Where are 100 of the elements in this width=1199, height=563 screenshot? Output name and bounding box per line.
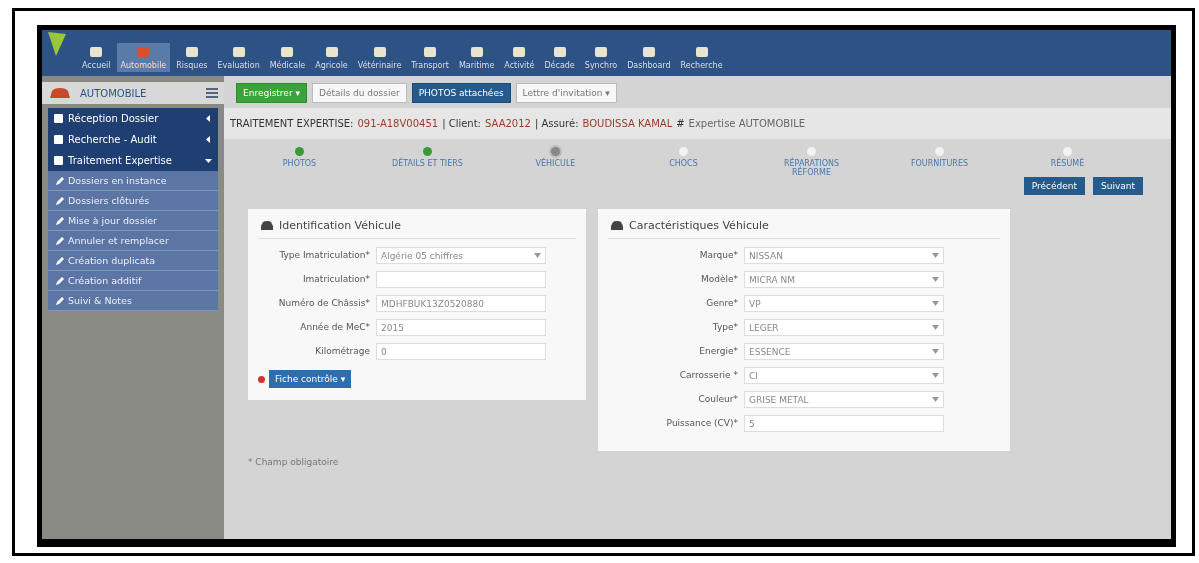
car-icon <box>48 86 72 100</box>
sidebar-item[interactable]: Traitement Expertise <box>48 150 218 171</box>
expertise-type: Expertise AUTOMOBILE <box>688 118 806 129</box>
input-field[interactable]: 5 <box>744 415 944 432</box>
assure-label: | Assuré: <box>534 118 579 129</box>
field-label: Numéro de Châssis* <box>277 297 370 308</box>
menu-item-icon <box>54 156 63 165</box>
nav-item-icon <box>371 45 388 59</box>
header-title: TRAITEMENT EXPERTISE: <box>230 118 354 129</box>
nav-item-icon <box>468 45 485 59</box>
nav-tab[interactable]: Médicale <box>265 43 310 72</box>
nav-tab[interactable]: Evaluation <box>213 43 264 72</box>
toolbar-button[interactable]: Lettre d'invitation ▾ <box>515 83 617 103</box>
menu-item-icon <box>54 135 63 144</box>
pencil-icon <box>56 276 64 285</box>
nav-tab[interactable]: Risques <box>172 43 212 72</box>
field-label: Marque* <box>698 249 738 260</box>
pencil-icon <box>56 236 64 245</box>
nav-tab[interactable]: Décade <box>540 43 579 72</box>
pencil-icon <box>56 196 64 205</box>
select-field[interactable]: MICRA NM <box>744 271 944 288</box>
wizard-step[interactable]: CHOCS <box>636 147 731 177</box>
nav-item-icon <box>323 45 340 59</box>
nav-item-icon <box>135 45 152 59</box>
pencil-icon <box>56 296 64 305</box>
sidebar-subitem[interactable]: Dossiers en instance <box>48 171 218 191</box>
card-title: Caractéristiques Véhicule <box>629 219 769 232</box>
nav-item-icon <box>230 45 247 59</box>
field-label: Modèle* <box>699 273 738 284</box>
sidebar-subitem[interactable]: Mise à jour dossier <box>48 211 218 231</box>
wizard-step[interactable]: FOURNITURES <box>892 147 987 177</box>
input-field[interactable] <box>376 271 546 288</box>
dropdown-caret-icon <box>932 253 939 258</box>
select-field[interactable]: Algérie 05 chiffres <box>376 247 546 264</box>
menu-item-icon <box>54 114 63 123</box>
input-field[interactable]: MDHFBUK13Z0520880 <box>376 295 546 312</box>
nav-tab[interactable]: Maritime <box>454 43 499 72</box>
nav-tab[interactable]: Transport <box>407 43 453 72</box>
sidebar-item[interactable]: Recherche - Audit <box>48 129 218 150</box>
fiche-button[interactable]: Fiche contrôle ▾ <box>269 370 352 388</box>
wizard-step[interactable]: DÉTAILS ET TIERS <box>380 147 475 177</box>
leaf-logo-icon <box>46 30 68 58</box>
field-label: Type* <box>711 321 738 332</box>
select-field[interactable]: LEGER <box>744 319 944 336</box>
select-field[interactable]: CI <box>744 367 944 384</box>
nav-tab[interactable]: Dashboard <box>623 43 675 72</box>
sidebar-title: AUTOMOBILE <box>80 87 147 99</box>
input-field[interactable]: 2015 <box>376 319 546 336</box>
toolbar-button[interactable]: Détails du dossier <box>312 83 407 103</box>
input-field[interactable]: 0 <box>376 343 546 360</box>
dropdown-caret-icon <box>932 277 939 282</box>
sidebar-item[interactable]: Réception Dossier <box>48 108 218 129</box>
dossier-number: 091-A18V00451 <box>357 118 439 129</box>
pencil-icon <box>56 176 64 185</box>
field-label: Couleur* <box>697 393 738 404</box>
sidebar-subitem[interactable]: Création additif <box>48 271 218 291</box>
wizard-step[interactable]: PHOTOS <box>252 147 347 177</box>
chevron-icon <box>205 115 212 122</box>
sidebar-subitem[interactable]: Suivi & Notes <box>48 291 218 311</box>
chevron-icon <box>205 136 212 143</box>
menu-icon[interactable] <box>206 88 218 98</box>
status-dot-icon <box>258 375 265 383</box>
select-field[interactable]: GRISE METAL <box>744 391 944 408</box>
select-field[interactable]: NISSAN <box>744 247 944 264</box>
sidebar-subitem[interactable]: Dossiers clôturés <box>48 191 218 211</box>
wizard-step[interactable]: VÉHICULE <box>508 147 603 177</box>
nav-item-icon <box>511 45 528 59</box>
client-value: SAA2012 <box>485 118 531 129</box>
field-label: Année de MeC* <box>299 321 370 332</box>
nav-tab[interactable]: Agricole <box>311 43 352 72</box>
dropdown-caret-icon <box>932 349 939 354</box>
nav-item-icon <box>279 45 296 59</box>
toolbar-button[interactable]: Enregistrer ▾ <box>236 83 307 103</box>
toolbar-button[interactable]: PHOTOS attachées <box>411 83 511 103</box>
nav-tab[interactable]: Vétérinaire <box>353 43 406 72</box>
field-label: Energie* <box>698 345 738 356</box>
select-field[interactable]: ESSENCE <box>744 343 944 360</box>
field-label: Carrosserie * <box>678 369 738 380</box>
nav-tab[interactable]: Synchro <box>580 43 622 72</box>
sidebar-subitem[interactable]: Création duplicata <box>48 251 218 271</box>
pencil-icon <box>56 216 64 225</box>
wizard-button[interactable]: Suivant <box>1093 177 1143 195</box>
wizard-step[interactable]: RÉPARATIONS RÉFORME <box>764 147 859 177</box>
nav-item-icon <box>422 45 439 59</box>
nav-tab[interactable]: Activité <box>500 43 539 72</box>
nav-item-icon <box>183 45 200 59</box>
nav-tab[interactable]: Recherche <box>676 43 727 72</box>
nav-tab[interactable]: Accueil <box>78 43 115 72</box>
field-label: Puissance (CV)* <box>665 417 738 428</box>
sidebar-subitem[interactable]: Annuler et remplacer <box>48 231 218 251</box>
nav-tab[interactable]: Automobile <box>116 43 171 72</box>
footnote: * Champ obligatoire <box>247 456 340 467</box>
field-label: Type Imatriculation* <box>278 249 370 260</box>
car-icon <box>260 220 274 231</box>
car-icon <box>610 220 624 231</box>
dropdown-caret-icon <box>932 301 939 306</box>
select-field[interactable]: VP <box>744 295 944 312</box>
nav-item-icon <box>693 45 710 59</box>
wizard-step[interactable]: RÉSUMÉ <box>1020 147 1115 177</box>
wizard-button[interactable]: Précédent <box>1023 177 1085 195</box>
